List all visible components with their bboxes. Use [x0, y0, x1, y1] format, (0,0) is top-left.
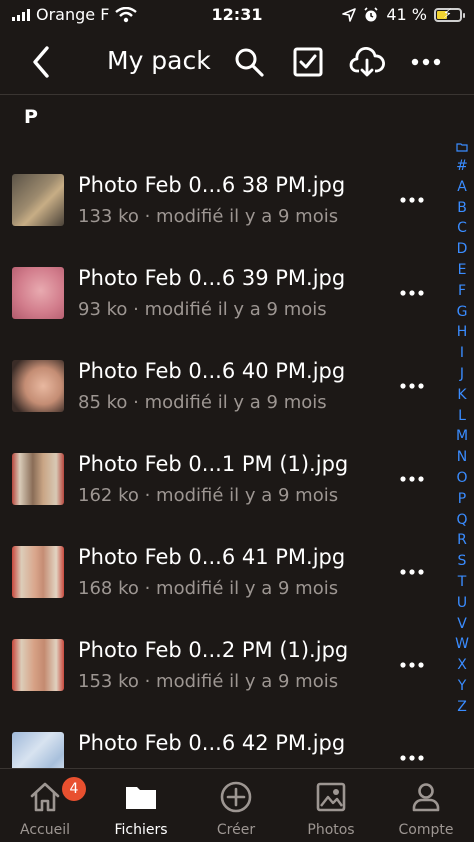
file-meta: 85 ko · modifié il y a 9 mois: [78, 392, 327, 413]
alphabet-index-letter[interactable]: Y: [452, 676, 472, 697]
navigation-bar: My pack: [0, 32, 474, 95]
cloud-download-icon[interactable]: [349, 44, 385, 80]
alphabet-index-letter[interactable]: I: [452, 343, 472, 364]
photo-icon: [316, 782, 346, 812]
alphabet-index-letter[interactable]: P: [452, 489, 472, 510]
alphabet-index-letter[interactable]: E: [452, 260, 472, 281]
alphabet-index-letter[interactable]: W: [452, 634, 472, 655]
tab-bar: 4 Accueil Fichiers Créer Photos Compte: [0, 768, 474, 842]
alphabet-index-letter[interactable]: D: [452, 239, 472, 260]
tab-files[interactable]: Fichiers: [96, 769, 186, 842]
more-options-icon[interactable]: [398, 376, 426, 396]
tab-photos[interactable]: Photos: [286, 769, 376, 842]
photo-thumbnail: [12, 732, 64, 768]
more-options-icon[interactable]: [398, 190, 426, 210]
more-options-icon[interactable]: [398, 469, 426, 489]
alphabet-index-letter[interactable]: J: [452, 364, 472, 385]
file-row[interactable]: Photo Feb 0...1 PM (1).jpg 162 ko · modi…: [0, 433, 440, 526]
alphabet-index-letter[interactable]: U: [452, 593, 472, 614]
alphabet-index[interactable]: # A B C D E F G H I J K L M N O P Q R S T U V W X Y Z: [452, 142, 472, 718]
alphabet-letters[interactable]: # A B C D E F G H I J K L M N O P Q R S T U V W X Y Z: [452, 156, 472, 718]
tab-label: Compte: [398, 822, 454, 838]
alphabet-index-letter[interactable]: H: [452, 322, 472, 343]
more-options-icon[interactable]: [398, 748, 426, 768]
alphabet-index-letter[interactable]: X: [452, 655, 472, 676]
more-options-icon[interactable]: [408, 44, 444, 80]
alphabet-index-letter[interactable]: V: [452, 614, 472, 635]
alphabet-index-letter[interactable]: M: [452, 426, 472, 447]
select-checkbox-icon[interactable]: [290, 44, 326, 80]
file-name: Photo Feb 0...6 39 PM.jpg: [78, 266, 346, 290]
tab-account[interactable]: Compte: [381, 769, 471, 842]
tab-home[interactable]: 4 Accueil: [0, 769, 90, 842]
file-meta: 153 ko · modifié il y a 9 mois: [78, 671, 339, 692]
location-icon: [342, 7, 357, 22]
alphabet-index-letter[interactable]: T: [452, 572, 472, 593]
alphabet-index-letter[interactable]: S: [452, 551, 472, 572]
alphabet-index-letter[interactable]: L: [452, 406, 472, 427]
photo-thumbnail: [12, 546, 64, 598]
more-options-icon[interactable]: [398, 283, 426, 303]
user-icon: [412, 783, 440, 812]
battery-icon: ⚡: [434, 7, 465, 22]
file-row[interactable]: Photo Feb 0...6 39 PM.jpg 93 ko · modifi…: [0, 247, 440, 340]
alphabet-index-letter[interactable]: B: [452, 198, 472, 219]
section-letter: P: [24, 106, 38, 128]
alphabet-index-letter[interactable]: K: [452, 385, 472, 406]
page-title: My pack: [107, 46, 211, 75]
status-bar: Orange F 12:31 41 % ⚡: [0, 0, 474, 32]
back-icon[interactable]: [22, 42, 62, 82]
photo-thumbnail: [12, 360, 64, 412]
alphabet-index-letter[interactable]: O: [452, 468, 472, 489]
photo-thumbnail: [12, 453, 64, 505]
alarm-icon: [364, 6, 378, 21]
photo-thumbnail: [12, 267, 64, 319]
alphabet-index-letter[interactable]: #: [452, 156, 472, 177]
file-name: Photo Feb 0...6 42 PM.jpg: [78, 731, 346, 755]
tab-label: Photos: [307, 822, 355, 838]
tab-label: Fichiers: [114, 822, 168, 838]
alphabet-index-letter[interactable]: A: [452, 177, 472, 198]
more-options-icon[interactable]: [398, 655, 426, 675]
file-meta: 162 ko · modifié il y a 9 mois: [78, 485, 339, 506]
photo-thumbnail: [12, 639, 64, 691]
folder-icon[interactable]: [456, 142, 468, 152]
search-icon[interactable]: [231, 44, 267, 80]
file-meta: 133 ko · modifié il y a 9 mois: [78, 206, 339, 227]
file-name: Photo Feb 0...6 41 PM.jpg: [78, 545, 346, 569]
alphabet-index-letter[interactable]: C: [452, 218, 472, 239]
file-row[interactable]: Photo Feb 0...6 42 PM.jpg: [0, 712, 440, 768]
file-row[interactable]: Photo Feb 0...6 41 PM.jpg 168 ko · modif…: [0, 526, 440, 619]
file-meta: 93 ko · modifié il y a 9 mois: [78, 299, 327, 320]
file-meta: 168 ko · modifié il y a 9 mois: [78, 578, 339, 599]
home-icon: [30, 782, 60, 812]
photo-thumbnail: [12, 174, 64, 226]
tab-label: Créer: [216, 822, 256, 838]
alphabet-index-letter[interactable]: F: [452, 281, 472, 302]
file-name: Photo Feb 0...2 PM (1).jpg: [78, 638, 349, 662]
alphabet-index-letter[interactable]: G: [452, 302, 472, 323]
file-row[interactable]: Photo Feb 0...6 38 PM.jpg 133 ko · modif…: [0, 154, 440, 247]
tab-label: Accueil: [20, 822, 70, 838]
file-list: Photo Feb 0...6 38 PM.jpg 133 ko · modif…: [0, 154, 440, 768]
file-row[interactable]: Photo Feb 0...6 40 PM.jpg 85 ko · modifi…: [0, 340, 440, 433]
status-right: 41 % ⚡: [342, 5, 465, 24]
more-options-icon[interactable]: [398, 562, 426, 582]
file-name: Photo Feb 0...6 40 PM.jpg: [78, 359, 346, 383]
alphabet-index-letter[interactable]: N: [452, 447, 472, 468]
alphabet-index-letter[interactable]: R: [452, 530, 472, 551]
notification-badge: 4: [62, 777, 86, 801]
file-name: Photo Feb 0...6 38 PM.jpg: [78, 173, 346, 197]
alphabet-index-letter[interactable]: Q: [452, 510, 472, 531]
file-row[interactable]: Photo Feb 0...2 PM (1).jpg 153 ko · modi…: [0, 619, 440, 712]
plus-circle-icon: [220, 781, 252, 813]
file-name: Photo Feb 0...1 PM (1).jpg: [78, 452, 349, 476]
folder-icon: [126, 787, 156, 809]
tab-create[interactable]: Créer: [191, 769, 281, 842]
alphabet-index-letter[interactable]: Z: [452, 697, 472, 718]
battery-percent: 41 %: [386, 5, 427, 24]
